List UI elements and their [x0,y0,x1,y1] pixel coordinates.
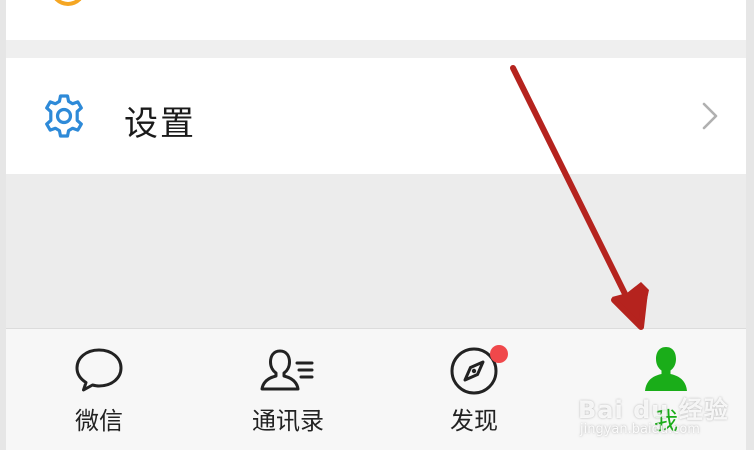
tab-contacts[interactable]: 通讯录 [198,329,378,451]
tab-me[interactable]: 我 [576,329,754,451]
person-icon [645,347,687,391]
bottom-edge [0,450,754,458]
tab-discover[interactable]: 发现 [384,329,564,451]
partial-list-item[interactable] [6,0,746,40]
empty-background-area [6,174,746,328]
tab-contacts-label: 通讯录 [252,407,324,435]
tab-wechat[interactable]: 微信 [9,329,189,451]
tab-discover-label: 发现 [450,407,498,435]
discover-badge [490,345,508,363]
tab-me-label: 我 [654,407,678,435]
gear-icon [45,94,83,138]
wechat-me-screen: 设置 微信 通讯录 发现 我 Bai du 经验 jingyan.baidu.c… [0,0,754,458]
settings-list-item[interactable]: 设置 [6,58,746,174]
bottom-tab-bar: 微信 通讯录 发现 我 [6,328,746,451]
partial-emoji-icon [50,0,86,6]
section-divider [6,40,746,58]
contacts-icon [260,349,314,391]
tab-wechat-label: 微信 [75,407,123,435]
settings-label: 设置 [124,104,196,144]
chat-bubble-icon [75,348,123,392]
chevron-right-icon [702,102,718,130]
